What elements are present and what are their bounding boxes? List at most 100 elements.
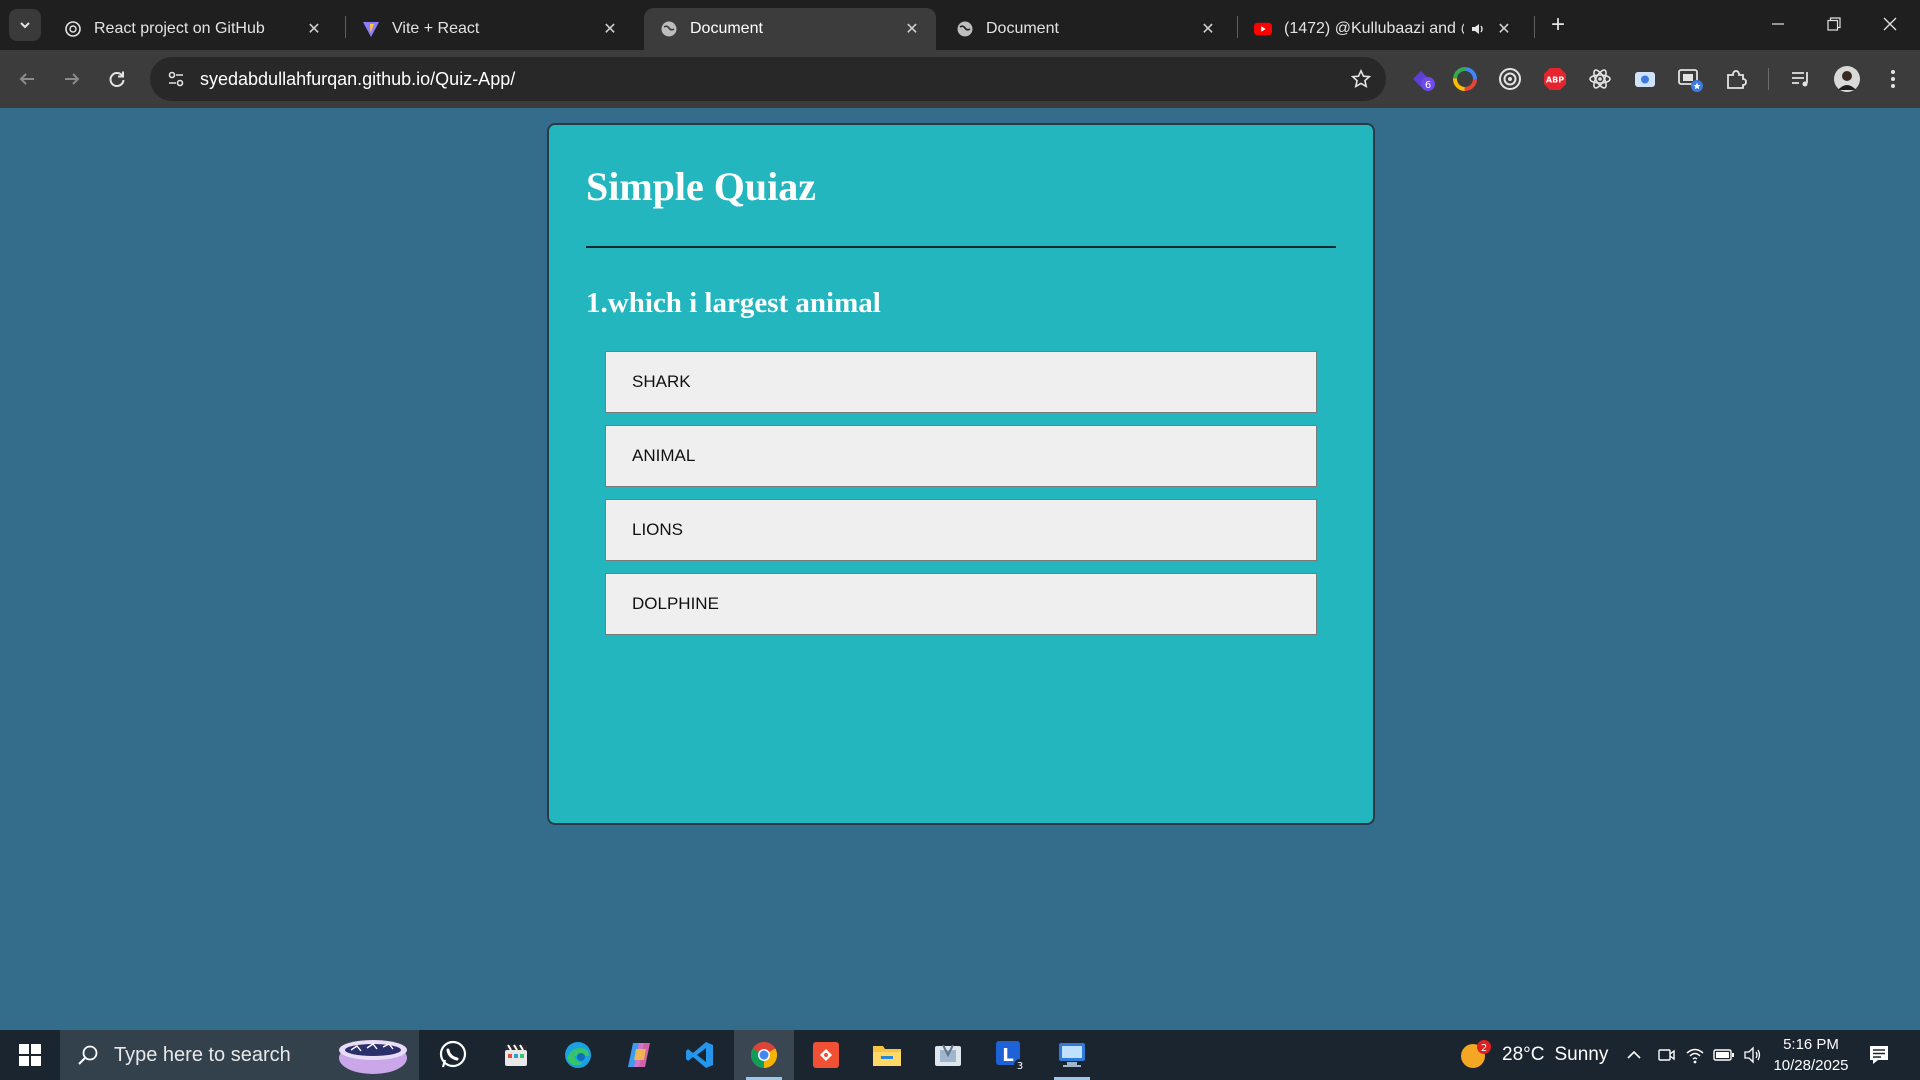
tab-manager-extension-icon[interactable] [1676,65,1704,93]
taskbar-app-clapper[interactable] [486,1030,546,1080]
tab-document[interactable]: Document ✕ [940,8,1232,50]
show-hidden-icons-button[interactable] [1625,1030,1643,1080]
lively-badge: 3 [1017,1061,1023,1072]
browser-toolbar: syedabdullahfurqan.github.io/Quiz-App/ 6… [0,50,1920,108]
taskbar-app-git[interactable] [796,1030,856,1080]
taskbar-app-whatsapp[interactable] [423,1030,483,1080]
answer-option-shark[interactable]: SHARK [605,351,1317,413]
youtube-icon [1254,20,1272,38]
openai-icon [64,20,82,38]
minimize-button[interactable] [1750,0,1806,48]
forward-button[interactable] [55,62,89,96]
close-icon[interactable]: ✕ [600,19,620,39]
taskbar-app-copilot[interactable] [609,1030,669,1080]
close-icon[interactable]: ✕ [1198,19,1218,39]
clock-time: 5:16 PM [1783,1036,1839,1053]
arrow-right-icon [65,73,80,85]
close-icon[interactable]: ✕ [304,19,324,39]
tab-vite-react[interactable]: Vite + React ✕ [346,8,634,50]
wifi-icon[interactable] [1685,1030,1705,1080]
extension-badge: 6 [1425,80,1431,91]
taskbar-app-file-explorer[interactable] [857,1030,917,1080]
close-icon [1883,17,1897,31]
arrow-left-icon [19,73,34,85]
weather-condition: Sunny [1554,1044,1609,1065]
sun-icon: 2 [1461,1040,1491,1068]
quiz-divider [586,246,1336,248]
more-vert-icon [1891,70,1895,88]
weather-temp: 28°C [1502,1044,1545,1065]
url-text[interactable]: syedabdullahfurqan.github.io/Quiz-App/ [200,69,515,90]
tab-separator [1534,16,1535,38]
quiz-card: Simple Quiaz 1.which i largest animal SH… [547,123,1375,825]
taskbar-search-box[interactable]: Type here to search [60,1030,419,1080]
tab-react-github[interactable]: React project on GitHub ✕ [48,8,338,50]
start-button[interactable] [0,1030,60,1080]
taskbar-app-edge[interactable] [548,1030,608,1080]
adblock-plus-icon[interactable]: ABP [1541,65,1569,93]
volume-icon[interactable] [1743,1030,1763,1080]
tab-document-active[interactable]: Document ✕ [644,8,936,50]
whatsapp-icon [439,1040,467,1068]
taskbar-app-remote-desktop[interactable] [1042,1030,1102,1080]
toolbar-separator [1768,68,1769,90]
snipping-icon [935,1044,961,1066]
bookmark-star-icon[interactable] [1350,68,1372,90]
chrome-icon [750,1042,778,1069]
weather-widget[interactable]: 2 28°C Sunny [1458,1030,1608,1080]
taskbar-app-chrome[interactable] [734,1030,794,1080]
answer-option-dolphine[interactable]: DOLPHINE [605,573,1317,635]
restore-button[interactable] [1806,0,1862,48]
window-close-button[interactable] [1862,0,1918,48]
extensions-puzzle-icon[interactable] [1722,65,1750,93]
address-bar[interactable]: syedabdullahfurqan.github.io/Quiz-App/ [150,57,1386,101]
remote-desktop-icon [1059,1043,1085,1067]
tab-title: Vite + React [392,20,480,37]
screen-capture-extension-icon[interactable] [1631,65,1659,93]
tab-youtube[interactable]: (1472) @Kullubaazi and @S ✕ [1238,8,1528,50]
search-icon [76,1043,100,1067]
tab-title: Document [690,20,763,37]
color-picker-extension-icon[interactable] [1451,65,1479,93]
reload-icon [109,71,125,87]
copilot-icon [628,1043,650,1067]
back-button[interactable] [10,62,44,96]
taskbar-clock[interactable]: 5:16 PM 10/28/2025 [1770,1034,1852,1076]
browser-menu-button[interactable] [1879,65,1907,93]
tune-icon [168,71,184,87]
extension-purple-icon[interactable]: 6 [1409,65,1437,93]
taskbar-search-placeholder: Type here to search [114,1043,291,1066]
lively-icon: L3 [996,1041,1026,1072]
new-tab-button[interactable]: + [1543,10,1573,40]
answer-option-animal[interactable]: ANIMAL [605,425,1317,487]
meet-now-icon[interactable] [1657,1030,1675,1080]
taskbar-app-vscode[interactable] [670,1030,730,1080]
taskbar-app-lively[interactable]: L3 [980,1030,1040,1080]
tab-strip: React project on GitHub ✕ Vite + React ✕… [0,0,1920,50]
windows-logo-icon [19,1044,41,1066]
close-icon[interactable]: ✕ [1494,19,1514,39]
battery-icon[interactable] [1713,1030,1735,1080]
target-extension-icon[interactable] [1496,65,1524,93]
vscode-icon [686,1042,713,1068]
site-info-button[interactable] [154,57,198,101]
react-devtools-icon[interactable] [1586,65,1614,93]
close-icon[interactable]: ✕ [902,19,922,39]
answer-option-lions[interactable]: LIONS [605,499,1317,561]
notifications-button[interactable] [1868,1030,1890,1080]
chevron-down-icon [20,22,30,29]
clock-date: 10/28/2025 [1773,1057,1849,1074]
quiz-title: Simple Quiaz [586,164,817,209]
quiz-question: 1.which i largest animal [586,287,881,319]
tab-search-button[interactable] [9,9,41,41]
minimize-icon [1772,23,1784,25]
reload-button[interactable] [100,62,134,96]
taskbar-app-snipping[interactable] [918,1030,978,1080]
tab-title: Document [986,20,1059,37]
speaker-icon[interactable] [1470,21,1486,37]
profile-avatar[interactable] [1833,65,1861,93]
file-explorer-icon [873,1046,901,1066]
media-controls-icon[interactable] [1787,65,1815,93]
weather-badge: 2 [1481,1043,1487,1054]
vite-icon [362,20,380,38]
